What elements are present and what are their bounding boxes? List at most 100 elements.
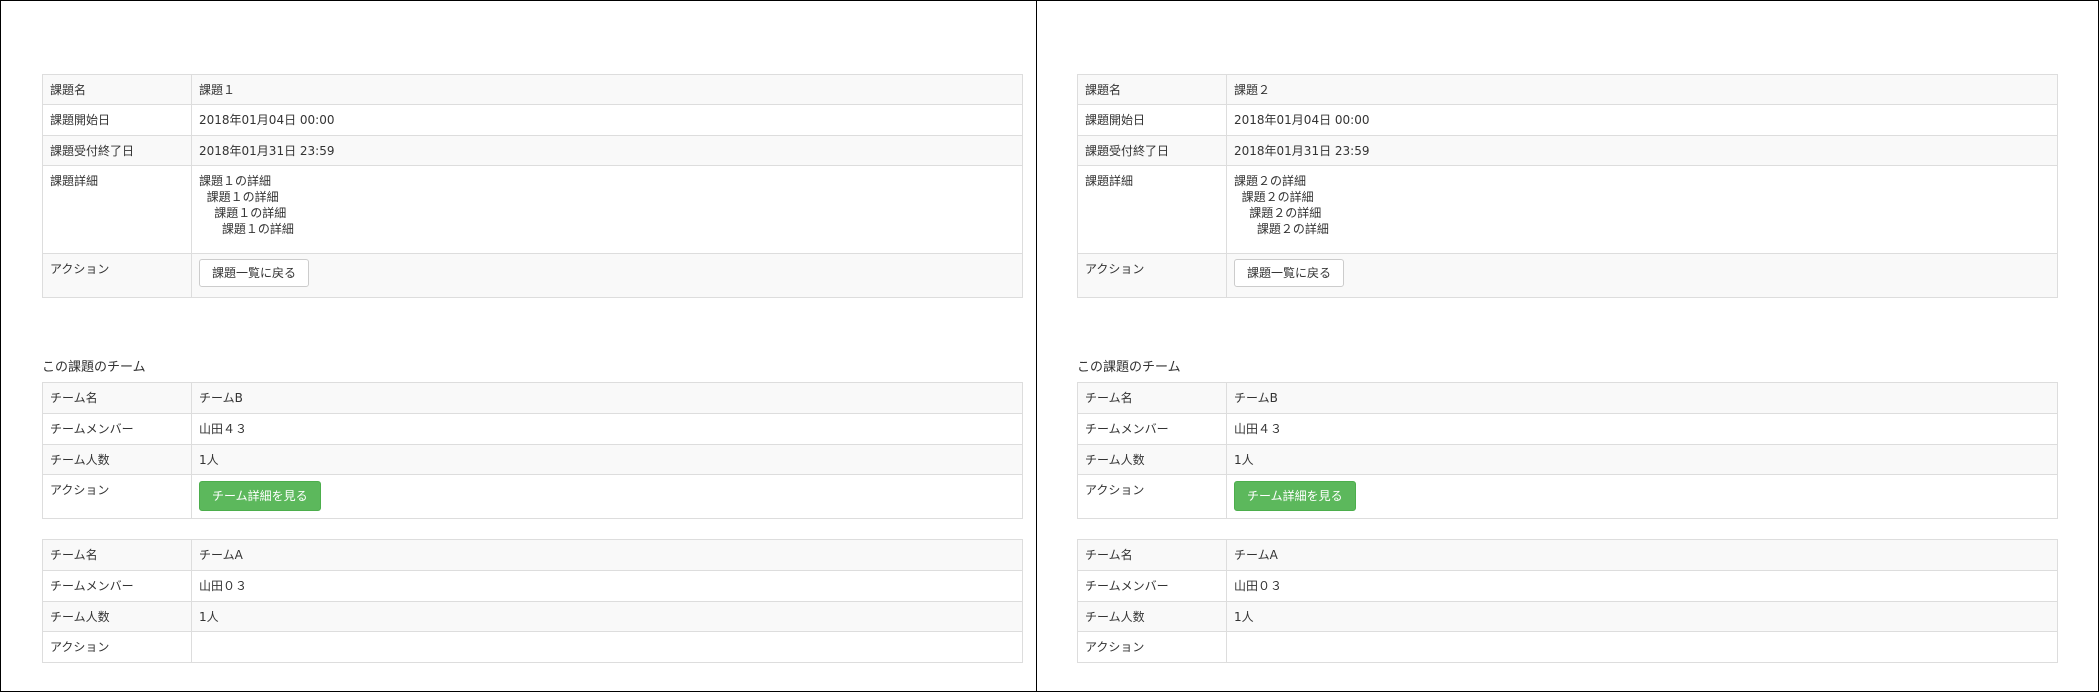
screen: 課題名 課題１ 課題開始日 2018年01月04日 00:00 課題受付終了日 … [0,0,2099,692]
team-name-label: チーム名 [42,382,192,414]
team-members-value: 山田４３ [1226,413,2058,445]
task-detail-value: 課題２の詳細 課題２の詳細 課題２の詳細 課題２の詳細 [1226,165,2058,254]
panel-right: 課題名 課題２ 課題開始日 2018年01月04日 00:00 課題受付終了日 … [1036,0,2099,692]
team-count-label: チーム人数 [42,601,192,632]
task-end-value: 2018年01月31日 23:59 [191,135,1023,166]
team-count-row: チーム人数 1人 [1077,444,2058,475]
task-name-label: 課題名 [1077,74,1227,105]
task-end-value: 2018年01月31日 23:59 [1226,135,2058,166]
team-section-title: この課題のチーム [1077,360,1181,375]
task-start-label: 課題開始日 [1077,104,1227,136]
task-detail-row: 課題詳細 課題１の詳細 課題１の詳細 課題１の詳細 課題１の詳細 [42,165,1023,254]
team-members-row: チームメンバー 山田０３ [1077,570,2058,602]
task-detail-label: 課題詳細 [1077,165,1227,254]
task-name-value: 課題２ [1226,74,2058,105]
task-action-cell: 課題一覧に戻る [191,253,1023,298]
team-detail-button[interactable]: チーム詳細を見る [1234,481,1356,511]
team-name-row: チーム名 チームA [1077,539,2058,571]
task-action-row: アクション 課題一覧に戻る [1077,253,2058,298]
team-name-value: チームA [1226,539,2058,571]
panel-left: 課題名 課題１ 課題開始日 2018年01月04日 00:00 課題受付終了日 … [0,0,1037,692]
team-table: チーム名 チームA チームメンバー 山田０３ チーム人数 1人 アクション [42,539,1023,663]
team-members-value: 山田０３ [1226,570,2058,602]
task-start-value: 2018年01月04日 00:00 [1226,104,2058,136]
task-detail-line: 課題１の詳細 [199,222,294,236]
task-detail-line: 課題１の詳細 [199,206,287,220]
task-end-label: 課題受付終了日 [1077,135,1227,166]
team-action-label: アクション [42,474,192,519]
team-table: チーム名 チームB チームメンバー 山田４３ チーム人数 1人 アクション チー… [42,382,1023,519]
team-action-row: アクション [42,631,1023,663]
team-action-cell: チーム詳細を見る [1226,474,2058,519]
team-action-row: アクション チーム詳細を見る [42,474,1023,519]
team-action-label: アクション [42,631,192,663]
team-members-label: チームメンバー [1077,413,1227,445]
task-detail-line: 課題２の詳細 [1234,222,1329,236]
team-name-value: チームB [191,382,1023,414]
team-count-row: チーム人数 1人 [42,444,1023,475]
team-count-value: 1人 [1226,444,2058,475]
team-count-value: 1人 [1226,601,2058,632]
team-members-value: 山田４３ [191,413,1023,445]
team-name-row: チーム名 チームB [1077,382,2058,414]
task-detail-table: 課題名 課題２ 課題開始日 2018年01月04日 00:00 課題受付終了日 … [1077,74,2058,298]
team-members-label: チームメンバー [42,570,192,602]
task-action-label: アクション [42,253,192,298]
task-start-label: 課題開始日 [42,104,192,136]
task-detail-row: 課題詳細 課題２の詳細 課題２の詳細 課題２の詳細 課題２の詳細 [1077,165,2058,254]
team-members-label: チームメンバー [1077,570,1227,602]
task-detail-line: 課題１の詳細 [199,190,279,204]
team-members-row: チームメンバー 山田４３ [1077,413,2058,445]
team-name-value: チームA [191,539,1023,571]
team-count-label: チーム人数 [1077,444,1227,475]
team-action-cell [1226,631,2058,663]
task-action-label: アクション [1077,253,1227,298]
team-section-title: この課題のチーム [42,360,146,375]
task-end-row: 課題受付終了日 2018年01月31日 23:59 [42,135,1023,166]
team-action-label: アクション [1077,474,1227,519]
team-count-value: 1人 [191,601,1023,632]
back-to-task-list-button[interactable]: 課題一覧に戻る [199,259,310,287]
task-action-row: アクション 課題一覧に戻る [42,253,1023,298]
task-start-row: 課題開始日 2018年01月04日 00:00 [42,104,1023,136]
task-action-cell: 課題一覧に戻る [1226,253,2058,298]
team-name-label: チーム名 [1077,382,1227,414]
task-detail-line: 課題２の詳細 [1234,190,1314,204]
team-action-cell [191,631,1023,663]
task-start-row: 課題開始日 2018年01月04日 00:00 [1077,104,2058,136]
team-action-row: アクション チーム詳細を見る [1077,474,2058,519]
team-count-label: チーム人数 [1077,601,1227,632]
team-members-row: チームメンバー 山田０３ [42,570,1023,602]
team-name-label: チーム名 [1077,539,1227,571]
team-action-label: アクション [1077,631,1227,663]
task-end-label: 課題受付終了日 [42,135,192,166]
task-name-value: 課題１ [191,74,1023,105]
team-members-label: チームメンバー [42,413,192,445]
task-detail-table: 課題名 課題１ 課題開始日 2018年01月04日 00:00 課題受付終了日 … [42,74,1023,298]
task-detail-label: 課題詳細 [42,165,192,254]
task-name-row: 課題名 課題１ [42,74,1023,105]
task-detail-line: 課題１の詳細 [199,174,272,188]
task-detail-value: 課題１の詳細 課題１の詳細 課題１の詳細 課題１の詳細 [191,165,1023,254]
team-name-label: チーム名 [42,539,192,571]
team-count-label: チーム人数 [42,444,192,475]
team-name-row: チーム名 チームB [42,382,1023,414]
team-members-row: チームメンバー 山田４３ [42,413,1023,445]
team-members-value: 山田０３ [191,570,1023,602]
team-count-row: チーム人数 1人 [42,601,1023,632]
team-count-value: 1人 [191,444,1023,475]
task-name-row: 課題名 課題２ [1077,74,2058,105]
team-action-cell: チーム詳細を見る [191,474,1023,519]
team-table: チーム名 チームA チームメンバー 山田０３ チーム人数 1人 アクション [1077,539,2058,663]
team-detail-button[interactable]: チーム詳細を見る [199,481,321,511]
task-start-value: 2018年01月04日 00:00 [191,104,1023,136]
task-name-label: 課題名 [42,74,192,105]
back-to-task-list-button[interactable]: 課題一覧に戻る [1234,259,1345,287]
team-name-row: チーム名 チームA [42,539,1023,571]
team-name-value: チームB [1226,382,2058,414]
team-count-row: チーム人数 1人 [1077,601,2058,632]
task-detail-line: 課題２の詳細 [1234,206,1322,220]
team-action-row: アクション [1077,631,2058,663]
task-detail-line: 課題２の詳細 [1234,174,1307,188]
team-table: チーム名 チームB チームメンバー 山田４３ チーム人数 1人 アクション チー… [1077,382,2058,519]
